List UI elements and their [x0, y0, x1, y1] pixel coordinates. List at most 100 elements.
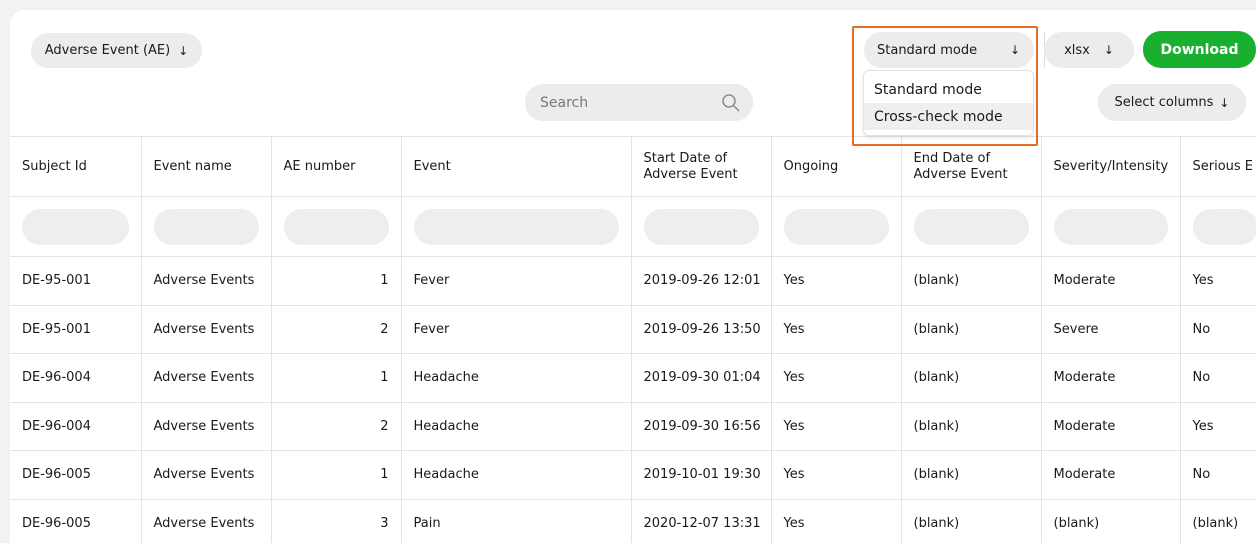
column-filter[interactable]	[22, 208, 129, 245]
table-cell: 1	[270, 450, 402, 500]
header-row: Subject Id Event name AE number Event St…	[10, 136, 1256, 197]
table-cell: 2019-10-01 19:30	[630, 450, 772, 500]
table-row[interactable]: DE-96-005 Adverse Events 1 Headache 2019-10-…	[10, 450, 1256, 500]
table-cell: 3	[270, 498, 402, 543]
table-cell: DE-96-004	[10, 401, 142, 451]
table-row[interactable]: DE-96-004 Adverse Events 2 Headache 2019-09-…	[10, 401, 1256, 451]
table-cell: 1	[270, 256, 402, 306]
table-cell: 1	[270, 353, 402, 403]
select-columns-label: Select columns	[1114, 95, 1214, 110]
format-select[interactable]: xlsx ↓	[1044, 32, 1134, 68]
table-cell: Moderate	[1040, 256, 1181, 306]
arrow-down-icon: ↓	[1103, 43, 1114, 57]
data-table: Subject Id Event name AE number Event St…	[10, 136, 1256, 543]
mode-select-label: Standard mode	[877, 42, 978, 58]
table-cell: Moderate	[1040, 353, 1181, 403]
column-filter[interactable]	[283, 208, 389, 245]
table-cell: No	[1179, 353, 1256, 403]
table-cell: Yes	[770, 498, 902, 543]
arrow-down-icon: ↓	[1009, 43, 1020, 57]
data-export-panel: Adverse Event (AE) ↓ Standard mode ↓ xls…	[10, 10, 1256, 543]
column-header[interactable]: AE number	[270, 136, 402, 197]
table-cell: Adverse Events	[140, 353, 272, 403]
table-cell: DE-96-005	[10, 498, 142, 543]
table-cell: Adverse Events	[140, 498, 272, 543]
column-filter[interactable]	[1192, 208, 1256, 245]
table-cell: Yes	[770, 353, 902, 403]
table-row[interactable]: DE-96-004 Adverse Events 1 Headache 2019-09-…	[10, 353, 1256, 403]
table-cell: (blank)	[900, 498, 1042, 543]
column-header[interactable]: Serious E	[1179, 136, 1256, 197]
table-cell: Moderate	[1040, 401, 1181, 451]
search-icon[interactable]	[721, 93, 741, 113]
mode-option-standard[interactable]: Standard mode	[864, 76, 1033, 103]
table-cell: (blank)	[900, 450, 1042, 500]
table-cell: Adverse Events	[140, 304, 272, 354]
mode-dropdown-menu: Standard mode Cross-check mode	[863, 70, 1034, 136]
form-select[interactable]: Adverse Event (AE) ↓	[31, 33, 202, 68]
table-row[interactable]: DE-96-005 Adverse Events 3 Pain 2020-12-07 1…	[10, 498, 1256, 543]
search-box	[525, 84, 753, 121]
column-header[interactable]: Severity/Intensity	[1040, 136, 1181, 197]
table-cell: DE-95-001	[10, 256, 142, 306]
column-header[interactable]: End Date of Adverse Event	[900, 136, 1042, 197]
table-cell: Fever	[400, 304, 632, 354]
column-header[interactable]: Event name	[140, 136, 272, 197]
table-cell: No	[1179, 450, 1256, 500]
arrow-down-icon: ↓	[178, 43, 189, 58]
table-cell: Severe	[1040, 304, 1181, 354]
column-header[interactable]: Start Date of Adverse Event	[630, 136, 772, 197]
table-cell: 2019-09-30 16:56	[630, 401, 772, 451]
download-button[interactable]: Download	[1143, 31, 1256, 68]
table-cell: DE-96-005	[10, 450, 142, 500]
column-filter[interactable]	[783, 208, 889, 245]
table-cell: (blank)	[900, 304, 1042, 354]
table-cell: Pain	[400, 498, 632, 543]
format-select-label: xlsx	[1064, 42, 1090, 58]
table-cell: Yes	[1179, 256, 1256, 306]
column-header[interactable]: Event	[400, 136, 632, 197]
select-columns-button[interactable]: Select columns ↓	[1098, 84, 1246, 121]
table-cell: Fever	[400, 256, 632, 306]
mode-select[interactable]: Standard mode ↓	[864, 32, 1034, 68]
table-cell: (blank)	[1040, 498, 1181, 543]
table-row[interactable]: DE-95-001 Adverse Events 2 Fever 2019-09-26 …	[10, 304, 1256, 354]
table-cell: Headache	[400, 353, 632, 403]
table-cell: Headache	[400, 450, 632, 500]
column-filter[interactable]	[1053, 208, 1168, 245]
filter-row	[10, 196, 1256, 257]
column-filter[interactable]	[913, 208, 1029, 245]
table-cell: 2019-09-26 13:50	[630, 304, 772, 354]
table-cell: DE-95-001	[10, 304, 142, 354]
table-cell: Yes	[770, 304, 902, 354]
column-filter[interactable]	[153, 208, 259, 245]
table-cell: (blank)	[900, 401, 1042, 451]
mode-option-cross-check[interactable]: Cross-check mode	[864, 103, 1033, 130]
table-cell: Yes	[770, 401, 902, 451]
form-select-label: Adverse Event (AE)	[44, 43, 171, 58]
table-cell: Adverse Events	[140, 256, 272, 306]
table-cell: Headache	[400, 401, 632, 451]
table-cell: 2019-09-30 01:04	[630, 353, 772, 403]
table-cell: Yes	[770, 450, 902, 500]
table-cell: Yes	[1179, 401, 1256, 451]
table-cell: Adverse Events	[140, 401, 272, 451]
table-cell: No	[1179, 304, 1256, 354]
table-cell: 2020-12-07 13:31	[630, 498, 772, 543]
column-filter[interactable]	[643, 208, 759, 245]
column-filter[interactable]	[413, 208, 619, 245]
table-cell: Moderate	[1040, 450, 1181, 500]
column-header[interactable]: Subject Id	[10, 136, 142, 197]
table-cell: (blank)	[1179, 498, 1256, 543]
column-header[interactable]: Ongoing	[770, 136, 902, 197]
search-input[interactable]	[540, 94, 710, 111]
table-cell: DE-96-004	[10, 353, 142, 403]
table-cell: (blank)	[900, 353, 1042, 403]
table-cell: Adverse Events	[140, 450, 272, 500]
table-cell: Yes	[770, 256, 902, 306]
table-row[interactable]: DE-95-001 Adverse Events 1 Fever 2019-09-26 …	[10, 256, 1256, 306]
table-cell: 2	[270, 304, 402, 354]
table-cell: 2	[270, 401, 402, 451]
arrow-down-icon: ↓	[1219, 95, 1230, 110]
table-cell: (blank)	[900, 256, 1042, 306]
